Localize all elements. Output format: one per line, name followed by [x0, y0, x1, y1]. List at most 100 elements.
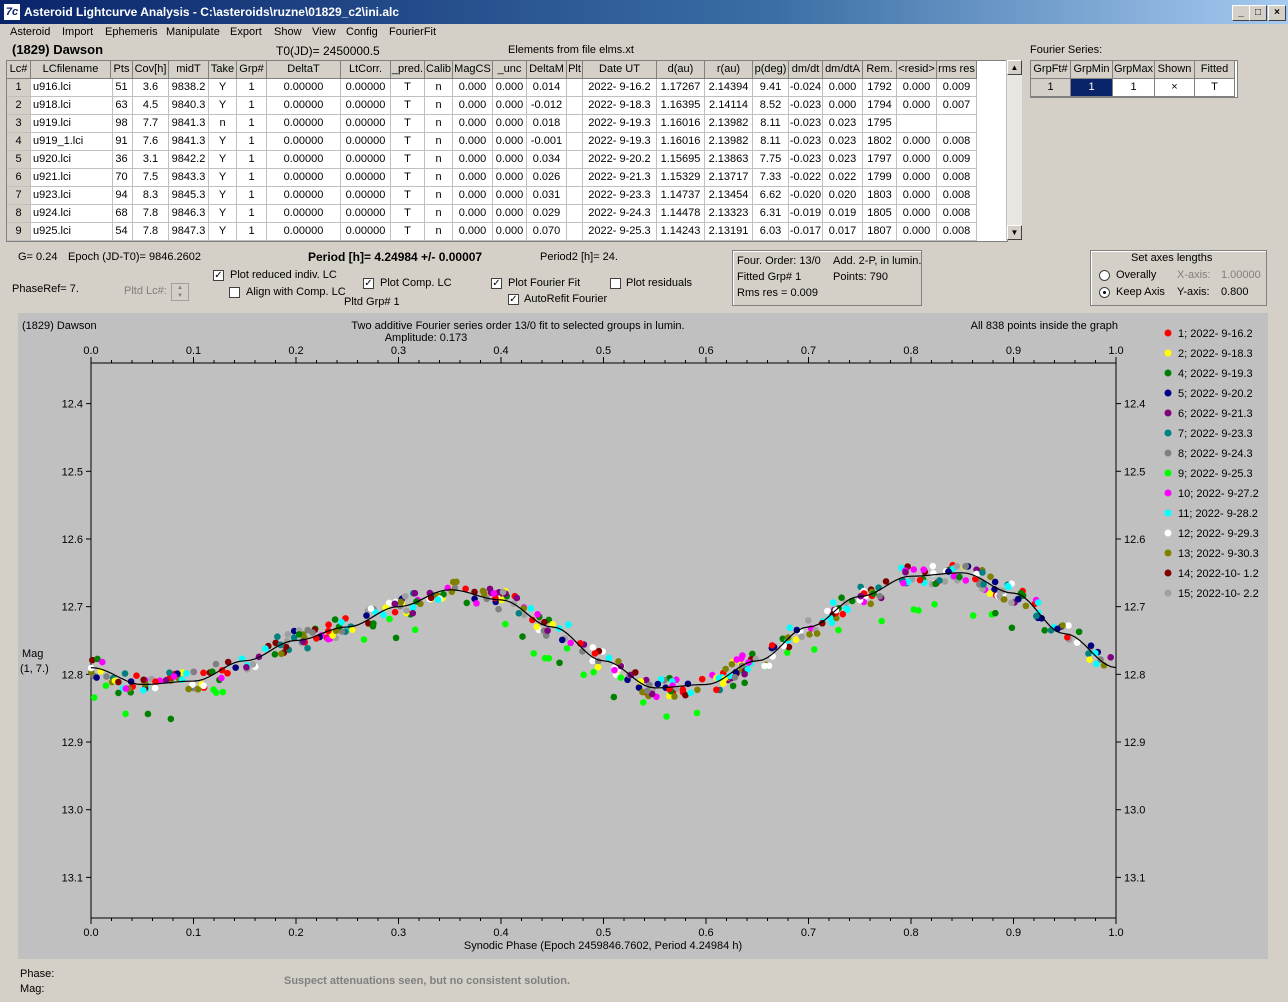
table-cell[interactable]: 0.00000 — [341, 79, 391, 97]
table-cell[interactable]: 54 — [111, 223, 133, 241]
table-cell[interactable]: 68 — [111, 205, 133, 223]
align-comp-checkbox[interactable] — [229, 287, 240, 298]
table-cell[interactable]: 0.029 — [527, 205, 567, 223]
table-cell[interactable]: 0.00000 — [267, 223, 341, 241]
table-cell[interactable]: 2022- 9-25.3 — [583, 223, 657, 241]
column-header[interactable]: _unc — [493, 61, 527, 79]
table-cell[interactable]: n — [425, 79, 453, 97]
menu-show[interactable]: Show — [274, 26, 302, 38]
table-cell[interactable]: Y — [209, 79, 237, 97]
table-cell[interactable]: 1807 — [863, 223, 897, 241]
table-cell[interactable]: T — [391, 169, 425, 187]
table-cell[interactable]: 0.00000 — [267, 115, 341, 133]
table-cell[interactable]: 0.000 — [897, 205, 937, 223]
lightcurve-chart[interactable]: (1829) Dawson Two additive Fourier series… — [18, 313, 1268, 959]
table-cell[interactable]: 0.000 — [897, 133, 937, 151]
table-cell[interactable]: 0.023 — [823, 151, 863, 169]
table-cell[interactable]: 3.6 — [133, 79, 169, 97]
table-cell[interactable]: 0.00000 — [341, 223, 391, 241]
table-cell[interactable]: n — [425, 169, 453, 187]
menu-ephemeris[interactable]: Ephemeris — [105, 26, 158, 38]
close-button[interactable]: × — [1268, 5, 1286, 21]
table-cell[interactable]: 0.00000 — [267, 205, 341, 223]
table-cell[interactable]: 1.15329 — [657, 169, 705, 187]
table-cell[interactable]: 1799 — [863, 169, 897, 187]
table-cell[interactable]: 1.14478 — [657, 205, 705, 223]
table-cell[interactable]: 0.070 — [527, 223, 567, 241]
table-cell[interactable]: 0.008 — [937, 223, 977, 241]
table-cell[interactable]: 0.017 — [823, 223, 863, 241]
table-cell[interactable]: T — [391, 223, 425, 241]
title-bar[interactable]: 7c Asteroid Lightcurve Analysis - C:\ast… — [0, 0, 1288, 24]
table-cell[interactable]: 7.33 — [753, 169, 789, 187]
table-cell[interactable]: 0.000 — [493, 223, 527, 241]
table-cell[interactable] — [567, 151, 583, 169]
column-header[interactable]: Grp# — [237, 61, 267, 79]
table-cell[interactable]: 1.16016 — [657, 133, 705, 151]
table-cell[interactable]: 1 — [7, 79, 31, 97]
fourier-column-header[interactable]: GrpFt# — [1031, 61, 1071, 79]
table-cell[interactable]: 1 — [237, 79, 267, 97]
table-cell[interactable]: u920.lci — [31, 151, 113, 169]
table-cell[interactable] — [567, 133, 583, 151]
table-cell[interactable]: u921.lci — [31, 169, 113, 187]
table-cell[interactable]: 1802 — [863, 133, 897, 151]
table-cell[interactable]: 1803 — [863, 187, 897, 205]
table-cell[interactable]: 0.00000 — [267, 151, 341, 169]
table-cell[interactable]: 1 — [237, 151, 267, 169]
table-cell[interactable]: u924.lci — [31, 205, 113, 223]
table-cell[interactable]: 0.007 — [937, 97, 977, 115]
table-cell[interactable]: 9845.3 — [169, 187, 209, 205]
column-header[interactable]: rms res — [937, 61, 977, 79]
fourier-column-header[interactable]: Shown — [1155, 61, 1195, 79]
table-cell[interactable]: 9842.2 — [169, 151, 209, 169]
table-cell[interactable]: 8 — [7, 205, 31, 223]
table-cell[interactable]: 2.13982 — [705, 115, 753, 133]
column-header[interactable]: DeltaT — [267, 61, 341, 79]
table-cell[interactable]: 9.41 — [753, 79, 789, 97]
plot-residuals-checkbox[interactable] — [610, 278, 621, 289]
table-cell[interactable]: 2022- 9-24.3 — [583, 205, 657, 223]
table-cell[interactable]: 0.000 — [897, 97, 937, 115]
table-cell[interactable]: 7.8 — [133, 205, 169, 223]
scroll-up-icon[interactable]: ▲ — [1007, 60, 1022, 75]
table-cell[interactable]: T — [391, 97, 425, 115]
column-header[interactable]: Cov[h] — [133, 61, 169, 79]
table-cell[interactable]: 1.16395 — [657, 97, 705, 115]
table-cell[interactable]: T — [391, 115, 425, 133]
table-cell[interactable]: 0.000 — [897, 223, 937, 241]
autorefit-checkbox[interactable]: ✓ — [508, 294, 519, 305]
table-cell[interactable]: 9846.3 — [169, 205, 209, 223]
table-cell[interactable]: 91 — [111, 133, 133, 151]
table-cell[interactable]: 1 — [237, 115, 267, 133]
column-header[interactable]: LCfilename — [31, 61, 111, 79]
fourier-series-table[interactable]: GrpFt# 1 GrpMin 1 GrpMax 1 Shown × Fitted T — [1030, 60, 1238, 98]
table-cell[interactable]: n — [425, 187, 453, 205]
table-cell[interactable]: 0.026 — [527, 169, 567, 187]
table-cell[interactable]: 1792 — [863, 79, 897, 97]
pltd-lc-spinner[interactable]: ▲ ▼ — [171, 283, 189, 301]
table-cell[interactable]: 6 — [7, 169, 31, 187]
menu-import[interactable]: Import — [62, 26, 93, 38]
table-cell[interactable]: 0.031 — [527, 187, 567, 205]
table-cell[interactable]: 0.00000 — [267, 133, 341, 151]
maximize-button[interactable]: □ — [1249, 5, 1267, 21]
table-cell[interactable]: 1.17267 — [657, 79, 705, 97]
table-cell[interactable]: 0.00000 — [341, 169, 391, 187]
table-cell[interactable]: u925.lci — [31, 223, 113, 241]
table-cell[interactable]: 0.00000 — [341, 133, 391, 151]
table-cell[interactable]: 63 — [111, 97, 133, 115]
table-cell[interactable]: 1 — [237, 97, 267, 115]
table-cell[interactable]: u916.lci — [31, 79, 113, 97]
table-cell[interactable]: 2022- 9-19.3 — [583, 133, 657, 151]
table-cell[interactable]: 0.00000 — [341, 205, 391, 223]
table-cell[interactable]: 0.022 — [823, 169, 863, 187]
fourier-cell[interactable]: 1 — [1031, 79, 1071, 97]
table-cell[interactable]: -0.001 — [527, 133, 567, 151]
column-header[interactable]: Lc# — [7, 61, 31, 79]
column-header[interactable]: d(au) — [657, 61, 705, 79]
table-cell[interactable]: 0.000 — [493, 205, 527, 223]
table-cell[interactable] — [567, 79, 583, 97]
table-cell[interactable]: 2022- 9-20.2 — [583, 151, 657, 169]
table-cell[interactable]: 4 — [7, 133, 31, 151]
